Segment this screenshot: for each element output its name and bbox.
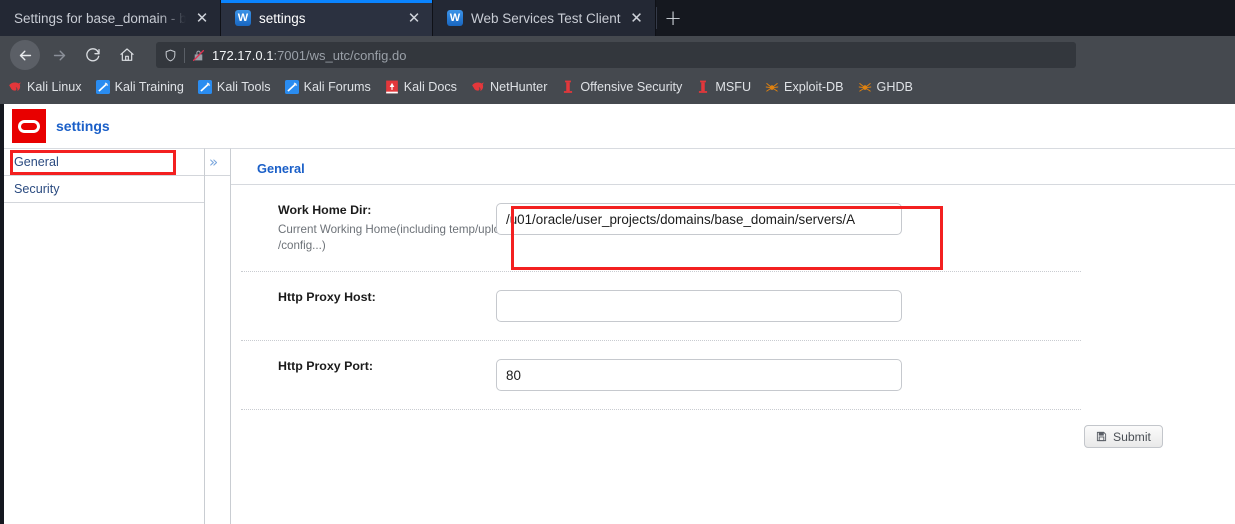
oracle-logo-ring	[18, 119, 40, 133]
field-label-group: Work Home Dir: Current Working Home(incl…	[231, 203, 513, 253]
address-bar-divider	[184, 47, 185, 63]
browser-tab-2-settings[interactable]: W settings ✕	[221, 0, 433, 36]
field-label: Http Proxy Host:	[278, 290, 376, 305]
bookmark-label: GHDB	[876, 80, 913, 94]
bookmark-label: MSFU	[715, 80, 752, 94]
offsec-pillar-icon	[696, 80, 710, 94]
settings-main-panel: General Work Home Dir: Current Working H…	[230, 148, 1235, 524]
address-bar-url: 172.17.0.1:7001/ws_utc/config.do	[212, 48, 406, 63]
back-arrow-icon[interactable]	[10, 40, 40, 70]
sidebar-collapse-column: »	[205, 148, 230, 524]
browser-tab-3-web-services-test-client[interactable]: W Web Services Test Client ✕	[433, 0, 656, 36]
bookmark-nethunter[interactable]: NetHunter	[471, 80, 547, 94]
bookmark-label: Kali Docs	[403, 80, 457, 94]
bookmark-label: Kali Linux	[27, 80, 82, 94]
page-content: settings General Security » General Work…	[0, 104, 1235, 524]
bookmark-label: Exploit-DB	[784, 80, 844, 94]
tab-close-icon[interactable]: ✕	[194, 10, 210, 26]
home-icon[interactable]	[112, 40, 142, 70]
submit-row: Submit	[231, 410, 1235, 449]
bookmark-ghdb[interactable]: GHDB	[858, 80, 913, 94]
sidebar-item-label: General	[14, 155, 59, 169]
bookmark-kali-linux[interactable]: Kali Linux	[8, 80, 82, 94]
submit-button[interactable]: Submit	[1084, 425, 1163, 449]
bookmark-label: Offensive Security	[580, 80, 683, 94]
sidebar-divider	[4, 202, 204, 203]
general-settings-form: Work Home Dir: Current Working Home(incl…	[231, 185, 1235, 449]
exploit-db-spider-icon	[858, 80, 872, 94]
offsec-pillar-icon	[561, 80, 575, 94]
bookmark-label: Kali Forums	[303, 80, 371, 94]
app-header: settings	[4, 104, 1235, 148]
app-body: General Security » General Work Home Dir…	[4, 148, 1235, 524]
http-proxy-host-input[interactable]	[496, 290, 902, 323]
browser-chrome: Settings for base_domain - b ✕ W setting…	[0, 0, 1235, 104]
bookmark-kali-forums[interactable]: Kali Forums	[284, 80, 371, 94]
kali-dragon-blue-icon	[197, 80, 212, 94]
bookmark-kali-tools[interactable]: Kali Tools	[197, 80, 271, 94]
bookmark-offensive-security[interactable]: Offensive Security	[561, 80, 682, 94]
url-path: :7001/ws_utc/config.do	[273, 47, 407, 63]
field-label: Work Home Dir:	[278, 203, 372, 217]
tab-title: Web Services Test Client	[471, 10, 621, 26]
app-title: settings	[56, 118, 110, 134]
chevron-double-right-icon[interactable]: »	[209, 153, 218, 171]
tracking-protection-shield-icon[interactable]	[164, 49, 177, 62]
form-row-http-proxy-host: Http Proxy Host:	[231, 272, 1235, 340]
browser-window: Settings for base_domain - b ✕ W setting…	[0, 0, 1235, 524]
kali-docs-red-icon	[385, 80, 399, 94]
http-proxy-port-input[interactable]	[496, 359, 902, 392]
kali-dragon-blue-icon	[284, 80, 299, 94]
tab-title: settings	[259, 10, 306, 26]
bookmark-label: NetHunter	[489, 80, 548, 94]
form-row-work-home-dir: Work Home Dir: Current Working Home(incl…	[231, 185, 1235, 271]
sidebar-item-label: Security	[14, 182, 60, 196]
tab-close-icon[interactable]: ✕	[406, 10, 422, 26]
navigation-toolbar: 172.17.0.1:7001/ws_utc/config.do	[0, 36, 1235, 74]
sidebar: General Security	[4, 148, 205, 524]
exploit-db-spider-icon	[765, 80, 779, 94]
work-home-dir-input[interactable]	[496, 203, 902, 235]
submit-button-label: Submit	[1113, 429, 1151, 444]
field-label-group: Http Proxy Port:	[231, 359, 496, 378]
oracle-logo	[12, 109, 46, 143]
bookmark-label: Kali Tools	[216, 80, 271, 94]
field-description: Current Working Home(including temp/uplo…	[278, 223, 513, 252]
reload-icon[interactable]	[78, 40, 108, 70]
weblogic-favicon-icon: W	[235, 10, 251, 26]
kali-dragon-blue-icon	[95, 80, 110, 94]
field-label-group: Http Proxy Host:	[231, 290, 496, 309]
tab-strip: Settings for base_domain - b ✕ W setting…	[0, 0, 1235, 36]
form-row-http-proxy-port: Http Proxy Port:	[231, 341, 1235, 409]
bookmark-label: Kali Training	[114, 80, 184, 94]
tab-title: Settings for base_domain - b	[14, 10, 186, 26]
field-label: Http Proxy Port:	[278, 359, 373, 374]
browser-tab-1[interactable]: Settings for base_domain - b ✕	[0, 0, 221, 36]
field-input-group	[496, 359, 902, 392]
insecure-connection-icon[interactable]	[192, 49, 205, 62]
bookmarks-bar: Kali Linux Kali Training Kali Tools Kali…	[0, 74, 1235, 104]
forward-arrow-icon[interactable]	[44, 40, 74, 70]
bookmark-exploit-db[interactable]: Exploit-DB	[765, 80, 844, 94]
bookmark-kali-training[interactable]: Kali Training	[95, 80, 184, 94]
field-input-group	[496, 290, 902, 323]
url-host: 172.17.0.1	[212, 47, 274, 63]
kali-dragon-red-icon	[471, 80, 485, 94]
collapse-divider	[205, 175, 230, 176]
weblogic-favicon-icon: W	[447, 10, 463, 26]
sidebar-item-security[interactable]: Security	[4, 176, 204, 202]
bookmark-kali-docs[interactable]: Kali Docs	[385, 80, 457, 94]
sidebar-item-general[interactable]: General	[4, 149, 204, 175]
save-disk-icon	[1096, 431, 1107, 442]
address-bar[interactable]: 172.17.0.1:7001/ws_utc/config.do	[156, 42, 1076, 68]
new-tab-button[interactable]: +	[655, 6, 690, 30]
kali-dragon-red-icon	[8, 80, 22, 94]
bookmark-msfu[interactable]: MSFU	[696, 80, 751, 94]
section-title: General	[257, 161, 305, 176]
field-input-group	[496, 203, 902, 235]
tab-close-icon[interactable]: ✕	[629, 10, 645, 26]
